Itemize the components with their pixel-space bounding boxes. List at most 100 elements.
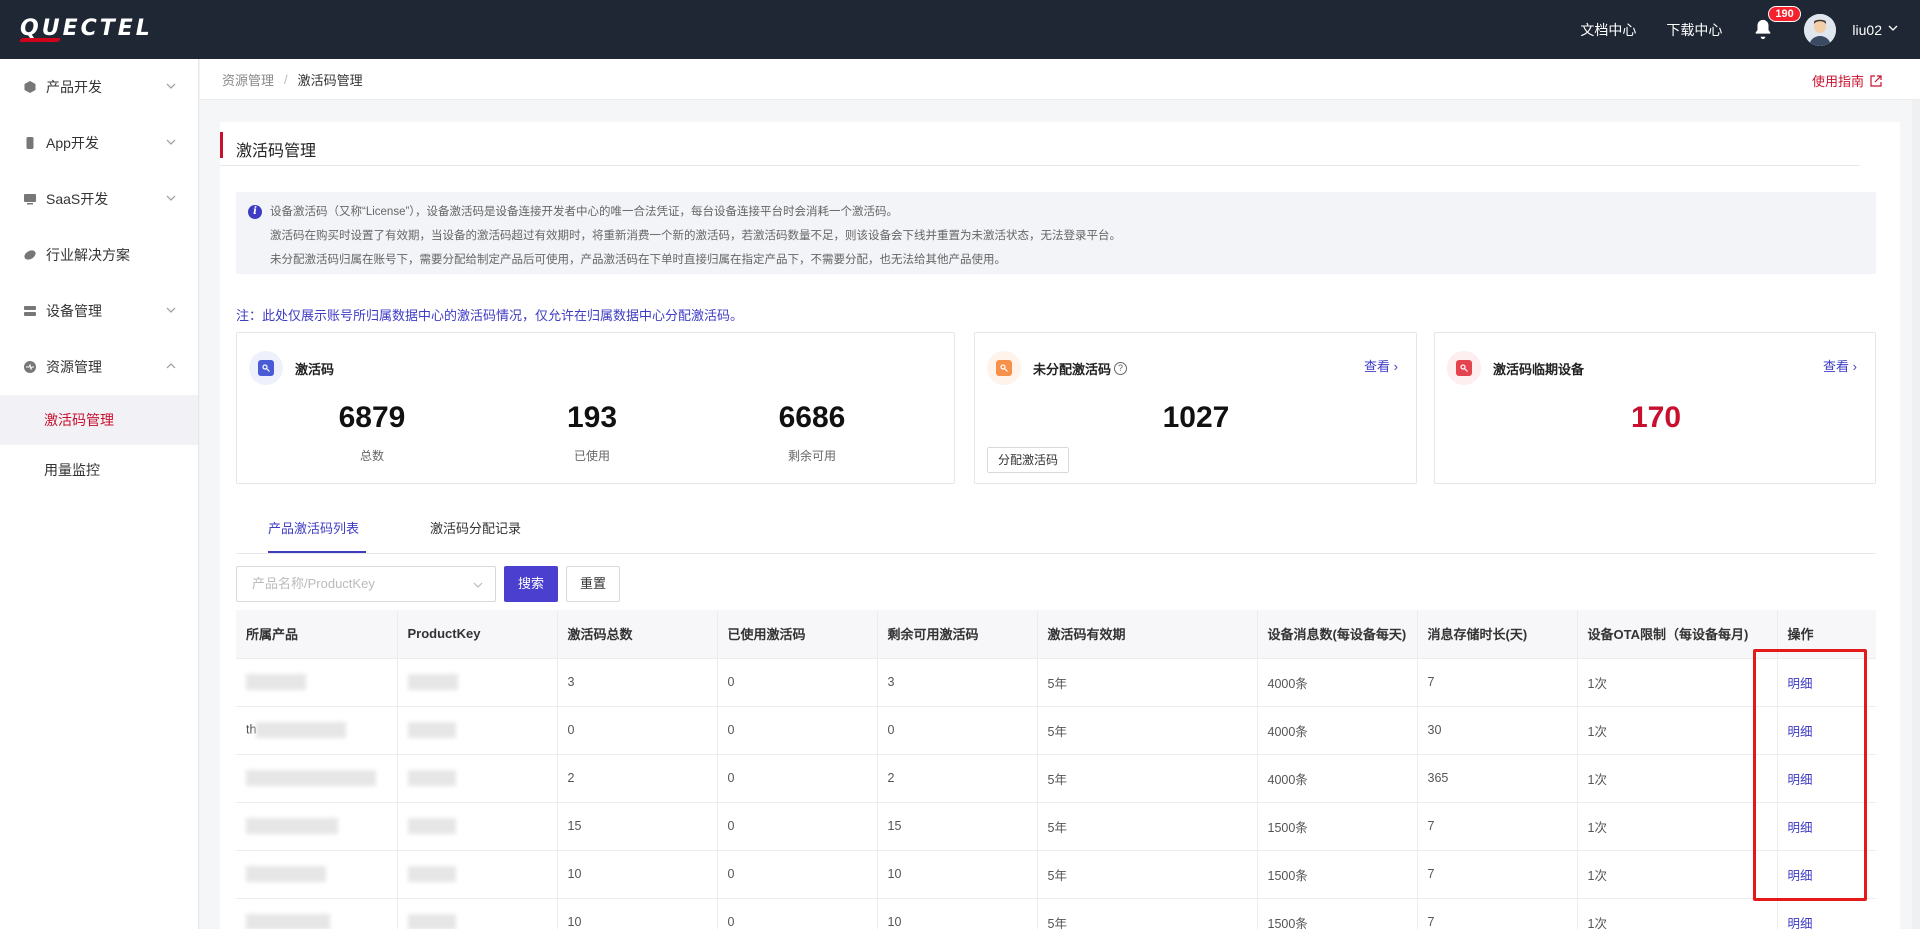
view-unassigned-link[interactable]: 查看 › <box>1364 356 1398 375</box>
sidebar-subitem-activation-codes[interactable]: 激活码管理 <box>0 395 198 445</box>
table-cell-total: 15 <box>557 802 718 851</box>
assign-codes-button[interactable]: 分配激活码 <box>987 447 1070 473</box>
page-scrollbar[interactable] <box>1912 100 1920 929</box>
tab-product-codes[interactable]: 产品激活码列表 <box>268 518 359 537</box>
table-cell-validity: 5年 <box>1037 706 1258 755</box>
phone-icon <box>22 135 38 151</box>
info-line: 设备激活码（又称“License”），设备激活码是设备连接开发者中心的唯一合法凭… <box>270 206 899 218</box>
column-header: 所属产品 <box>236 610 398 659</box>
product-search-select[interactable]: 产品名称/ProductKey <box>236 566 496 602</box>
stats-card-title: 未分配激活码 <box>1033 361 1112 377</box>
user-avatar[interactable] <box>1804 13 1837 46</box>
user-guide-link[interactable]: 使用指南 <box>1812 71 1882 90</box>
sidebar-item-resource-mgmt[interactable]: 资源管理 <box>0 339 198 395</box>
info-line: 激活码在购买时设置了有效期，当设备的激活码超过有效期时，将重新消费一个新的激活码… <box>270 230 1121 242</box>
docs-center-link[interactable]: 文档中心 <box>1580 20 1636 40</box>
breadcrumb-parent[interactable]: 资源管理 <box>222 70 274 89</box>
detail-link[interactable]: 明细 <box>1788 677 1813 691</box>
table-cell-action[interactable]: 明细 <box>1777 802 1876 851</box>
column-header: 设备OTA限制（每设备每月) <box>1577 610 1778 659</box>
table-cell-ota: 1次 <box>1577 898 1778 929</box>
table-cell-validity: 5年 <box>1037 658 1258 707</box>
user-guide-label: 使用指南 <box>1811 74 1864 89</box>
sidebar-item-device-mgmt[interactable]: 设备管理 <box>0 283 198 339</box>
table-cell-remaining: 2 <box>877 754 1038 803</box>
detail-link[interactable]: 明细 <box>1788 869 1813 883</box>
server-icon <box>22 303 38 319</box>
table-cell-storage: 7 <box>1417 850 1578 899</box>
help-icon[interactable]: ? <box>1114 361 1128 375</box>
table-cell-action[interactable]: 明细 <box>1777 850 1876 899</box>
table-cell-product <box>236 658 398 707</box>
table-cell-storage: 7 <box>1417 658 1578 707</box>
unassigned-count: 1027 <box>1162 401 1230 434</box>
redacted-value <box>246 914 330 929</box>
table-cell-product <box>236 802 398 851</box>
table-cell-product <box>236 754 398 803</box>
sidebar-item-app-dev[interactable]: App开发 <box>0 115 198 171</box>
table-cell-action[interactable]: 明细 <box>1777 898 1876 929</box>
table-cell-storage: 30 <box>1417 706 1578 755</box>
sidebar-subitem-usage-monitor[interactable]: 用量监控 <box>0 445 198 495</box>
tab-assign-records[interactable]: 激活码分配记录 <box>430 518 521 537</box>
detail-link[interactable]: 明细 <box>1788 821 1813 835</box>
column-header: 剩余可用激活码 <box>877 610 1038 659</box>
chevron-down-icon <box>166 139 176 145</box>
redacted-value <box>407 914 456 929</box>
notification-badge: 190 <box>1768 5 1801 22</box>
remaining-label: 剩余可用 <box>787 449 836 463</box>
main-content: 激活码管理 i 设备激活码（又称“License”），设备激活码是设备连接开发者… <box>200 100 1920 929</box>
user-menu-chevron-icon[interactable] <box>1888 23 1898 36</box>
table-cell-used: 0 <box>717 850 878 899</box>
key-icon <box>249 351 283 385</box>
stats-card-title: 激活码 <box>295 361 335 377</box>
table-cell-messages: 4000条 <box>1257 754 1418 803</box>
detail-link[interactable]: 明细 <box>1788 773 1813 787</box>
table-cell-action[interactable]: 明细 <box>1777 754 1876 803</box>
notification-bell-icon[interactable]: 190 <box>1752 5 1801 42</box>
detail-link[interactable]: 明细 <box>1788 917 1813 929</box>
resource-icon <box>22 359 38 375</box>
chevron-down-icon <box>473 582 483 588</box>
table-cell-validity: 5年 <box>1037 850 1258 899</box>
active-tab-indicator <box>268 551 366 553</box>
redacted-value <box>407 722 456 738</box>
table-cell-action[interactable]: 明细 <box>1777 658 1876 707</box>
table-cell-total: 0 <box>557 706 718 755</box>
table-cell-key <box>397 802 558 851</box>
redacted-value <box>256 722 347 738</box>
redacted-value <box>407 818 456 834</box>
redacted-value <box>407 866 456 882</box>
data-center-note: 注：此处仅展示账号所归属数据中心的激活码情况，仅允许在归属数据中心分配激活码。 <box>236 308 744 323</box>
detail-link[interactable]: 明细 <box>1788 725 1813 739</box>
view-expiring-link[interactable]: 查看 › <box>1823 356 1857 375</box>
sidebar-item-industry-solutions[interactable]: 行业解决方案 <box>0 227 198 283</box>
table-cell-key <box>397 850 558 899</box>
table-cell-ota: 1次 <box>1577 850 1778 899</box>
table-row: 3 0 3 5年 4000条 7 1次 明细 <box>236 658 1876 707</box>
table-cell-total: 2 <box>557 754 718 803</box>
username[interactable]: liu02 <box>1852 22 1882 38</box>
table-row: th 0 0 0 5年 4000条 30 1次 明细 <box>236 706 1876 755</box>
table-cell-action[interactable]: 明细 <box>1777 706 1876 755</box>
download-center-link[interactable]: 下载中心 <box>1666 20 1722 40</box>
sidebar-item-label: 产品开发 <box>46 79 102 95</box>
table-row: 10 0 10 5年 1500条 7 1次 明细 <box>236 898 1876 929</box>
table-cell-remaining: 0 <box>877 706 1038 755</box>
table-cell-ota: 1次 <box>1577 706 1778 755</box>
table-cell-storage: 365 <box>1417 754 1578 803</box>
title-accent-bar <box>220 132 223 158</box>
quectel-logo[interactable]: QUECTEL <box>18 16 153 42</box>
search-button[interactable]: 搜索 <box>504 566 558 602</box>
sidebar-item-product-dev[interactable]: 产品开发 <box>0 59 198 115</box>
content-card: 激活码管理 i 设备激活码（又称“License”），设备激活码是设备连接开发者… <box>220 122 1900 929</box>
info-icon: i <box>248 205 262 219</box>
stats-card-title: 激活码临期设备 <box>1493 361 1585 377</box>
remaining-count: 6686 <box>778 401 846 434</box>
redacted-value <box>407 770 456 786</box>
table-row: 10 0 10 5年 1500条 7 1次 明细 <box>236 850 1876 899</box>
sidebar-item-saas-dev[interactable]: SaaS开发 <box>0 171 198 227</box>
table-row: 2 0 2 5年 4000条 365 1次 明细 <box>236 754 1876 803</box>
activation-code-table: 所属产品 ProductKey 激活码总数 已使用激活码 剩余可用激活码 激活码… <box>236 610 1876 929</box>
reset-button[interactable]: 重置 <box>566 566 620 602</box>
